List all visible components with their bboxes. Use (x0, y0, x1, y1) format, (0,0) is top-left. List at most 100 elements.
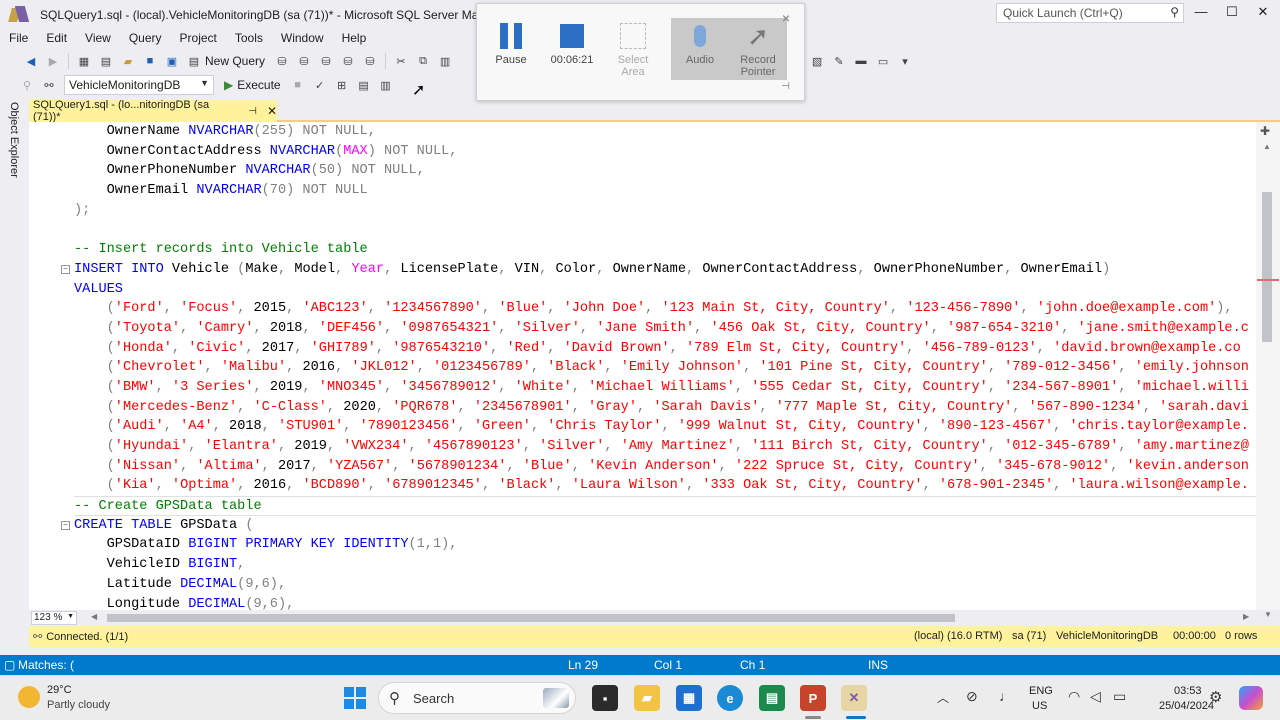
dax-query-icon[interactable]: ⛁ (361, 52, 379, 70)
copy-icon[interactable]: ⧉ (414, 52, 432, 70)
task-view-icon[interactable]: ▪ (592, 685, 618, 711)
code-line[interactable]: -- Insert records into Vehicle table (74, 240, 1256, 260)
database-engine-query-icon[interactable]: ⛁ (273, 52, 291, 70)
code-line[interactable]: VehicleID BIGINT, (74, 555, 1256, 575)
menu-edit[interactable]: Edit (37, 30, 76, 48)
record-pointer-toggle[interactable]: ➚ Record Pointer (729, 18, 787, 80)
stop-button[interactable]: 00:06:21 (543, 18, 601, 80)
quick-launch-input[interactable]: Quick Launch (Ctrl+Q) ⚲ (996, 3, 1184, 23)
weather-temperature[interactable]: 29°C (47, 684, 72, 696)
parse-icon[interactable]: ✓ (311, 76, 329, 94)
wrench-icon[interactable]: ✎ (830, 52, 848, 70)
select-area-button[interactable]: Select Area (604, 18, 662, 80)
notepad-icon[interactable]: ▤ (759, 685, 785, 711)
code-line[interactable]: -- Create GPSData table (74, 496, 1256, 516)
code-line[interactable] (74, 220, 1256, 240)
new-query-icon[interactable]: ▤ (185, 52, 203, 70)
toolbar-options-icon[interactable]: ▾ (896, 52, 914, 70)
activity-monitor-icon[interactable]: ▧ (808, 52, 826, 70)
code-line[interactable]: ('Nissan', 'Altima', 2017, 'YZA567', '56… (74, 457, 1256, 477)
scroll-up-arrow-icon[interactable]: ▲ (1263, 142, 1271, 151)
scroll-down-arrow-icon[interactable]: ▼ (1256, 610, 1280, 626)
code-line[interactable]: ('BMW', '3 Series', 2019, 'MNO345', '345… (74, 378, 1256, 398)
code-line[interactable]: ('Mercedes-Benz', 'C-Class', 2020, 'PQR6… (74, 398, 1256, 418)
battery-icon[interactable]: ▭ (1113, 688, 1126, 705)
xmla-query-icon[interactable]: ⛁ (339, 52, 357, 70)
input-region[interactable]: US (1032, 700, 1047, 712)
zoom-select[interactable]: 123 % ▼ (31, 611, 77, 625)
code-line[interactable]: OwnerName NVARCHAR(255) NOT NULL, (74, 122, 1256, 142)
execute-button[interactable]: Execute (237, 78, 280, 92)
code-line[interactable]: ('Audi', 'A4', 2018, 'STU901', '78901234… (74, 417, 1256, 437)
menu-window[interactable]: Window (272, 30, 333, 48)
save-all-icon[interactable]: ▣ (163, 52, 181, 70)
code-line[interactable]: OwnerPhoneNumber NVARCHAR(50) NOT NULL, (74, 161, 1256, 181)
database-select[interactable]: VehicleMonitoringDB ▼ (64, 75, 214, 95)
minimize-button[interactable]: — (1186, 4, 1216, 24)
forward-icon[interactable]: ▶ (44, 52, 62, 70)
new-query-button[interactable]: New Query (205, 54, 265, 68)
code-line[interactable]: OwnerContactAddress NVARCHAR(MAX) NOT NU… (74, 142, 1256, 162)
properties-icon[interactable]: ▭ (874, 52, 892, 70)
code-line[interactable]: ); (74, 201, 1256, 221)
wifi-icon[interactable]: ◠ (1068, 688, 1080, 705)
code-line[interactable]: − INSERT INTO Vehicle (Make, Model, Year,… (61, 260, 1256, 280)
show-hidden-icons-chevron-icon[interactable]: ︿ (937, 689, 949, 706)
taskbar-search[interactable]: ⚲ Search (378, 682, 576, 714)
code-line[interactable]: ('Ford', 'Focus', 2015, 'ABC123', '12345… (74, 299, 1256, 319)
clock-date[interactable]: 25/04/2024 (1159, 700, 1214, 712)
recorder-pin-icon[interactable]: ⊣ (781, 81, 790, 92)
object-explorer-tab[interactable]: Object Explorer (8, 102, 20, 178)
input-language[interactable]: ENG (1029, 685, 1053, 697)
store-icon[interactable]: ▦ (676, 685, 702, 711)
settings-gear-icon[interactable]: ⚙ (1209, 688, 1222, 706)
weather-icon[interactable] (18, 686, 40, 708)
copilot-icon[interactable] (1239, 686, 1263, 710)
scroll-left-arrow-icon[interactable]: ◀ (91, 612, 97, 621)
scroll-right-arrow-icon[interactable]: ▶ (1243, 612, 1249, 621)
recorder-close-icon[interactable]: × (782, 10, 790, 26)
microphone-tray-icon[interactable]: ♩ (999, 688, 1013, 704)
code-line[interactable]: GPSDataID BIGINT PRIMARY KEY IDENTITY(1,… (74, 535, 1256, 555)
code-line[interactable]: ('Honda', 'Civic', 2017, 'GHI789', '9876… (74, 339, 1256, 359)
close-button[interactable]: ✕ (1248, 4, 1278, 24)
back-icon[interactable]: ◀ (22, 52, 40, 70)
paste-icon[interactable]: ▥ (436, 52, 454, 70)
menu-file[interactable]: File (0, 30, 37, 48)
menu-tools[interactable]: Tools (226, 30, 272, 48)
code-line[interactable]: ('Kia', 'Optima', 2016, 'BCD890', '67890… (74, 476, 1256, 496)
menu-view[interactable]: View (76, 30, 120, 48)
edge-icon[interactable]: e (717, 685, 743, 711)
pause-button[interactable]: Pause (482, 18, 540, 80)
collapse-toggle-icon[interactable]: − (61, 264, 70, 274)
toolbox-icon[interactable]: ▬ (852, 52, 870, 70)
collapse-toggle-icon[interactable]: − (61, 520, 70, 530)
horizontal-scroll-thumb[interactable] (107, 614, 955, 622)
clock-time[interactable]: 03:53 (1174, 685, 1202, 697)
file-explorer-icon[interactable]: ▰ (634, 685, 660, 711)
powerpoint-icon[interactable]: P (800, 685, 826, 711)
code-line[interactable]: Longitude DECIMAL(9,6), (74, 595, 1256, 611)
code-line[interactable]: VALUES (74, 280, 1256, 300)
results-to-text-icon[interactable]: ▥ (377, 76, 395, 94)
volume-icon[interactable]: ◁ (1090, 688, 1101, 705)
open-folder-icon[interactable]: ▰ (119, 52, 137, 70)
tab-sqlquery1[interactable]: SQLQuery1.sql - (lo...nitoringDB (sa (71… (29, 99, 277, 123)
add-item-icon[interactable]: ▤ (97, 52, 115, 70)
menu-query[interactable]: Query (120, 30, 171, 48)
estimated-plan-icon[interactable]: ⊞ (333, 76, 351, 94)
menu-project[interactable]: Project (171, 30, 226, 48)
tab-close-icon[interactable]: ✕ (267, 104, 277, 118)
weather-description[interactable]: Partly cloudy (47, 699, 110, 711)
code-line[interactable]: OwnerEmail NVARCHAR(70) NOT NULL (74, 181, 1256, 201)
change-connection-icon[interactable]: ⚯ (40, 76, 58, 94)
code-line[interactable]: ('Chevrolet', 'Malibu', 2016, 'JKL012', … (74, 358, 1256, 378)
code-area[interactable]: OwnerName NVARCHAR(255) NOT NULL, OwnerC… (61, 122, 1256, 611)
save-icon[interactable]: ■ (141, 52, 159, 70)
vertical-scrollbar[interactable]: ✚ ▲ (1256, 122, 1280, 610)
maximize-button[interactable]: ☐ (1217, 4, 1247, 24)
new-project-icon[interactable]: ▦ (75, 52, 93, 70)
code-line[interactable]: Latitude DECIMAL(9,6), (74, 575, 1256, 595)
search-icon[interactable]: ⚲ (1170, 5, 1179, 19)
audio-toggle[interactable]: Audio (671, 18, 729, 80)
